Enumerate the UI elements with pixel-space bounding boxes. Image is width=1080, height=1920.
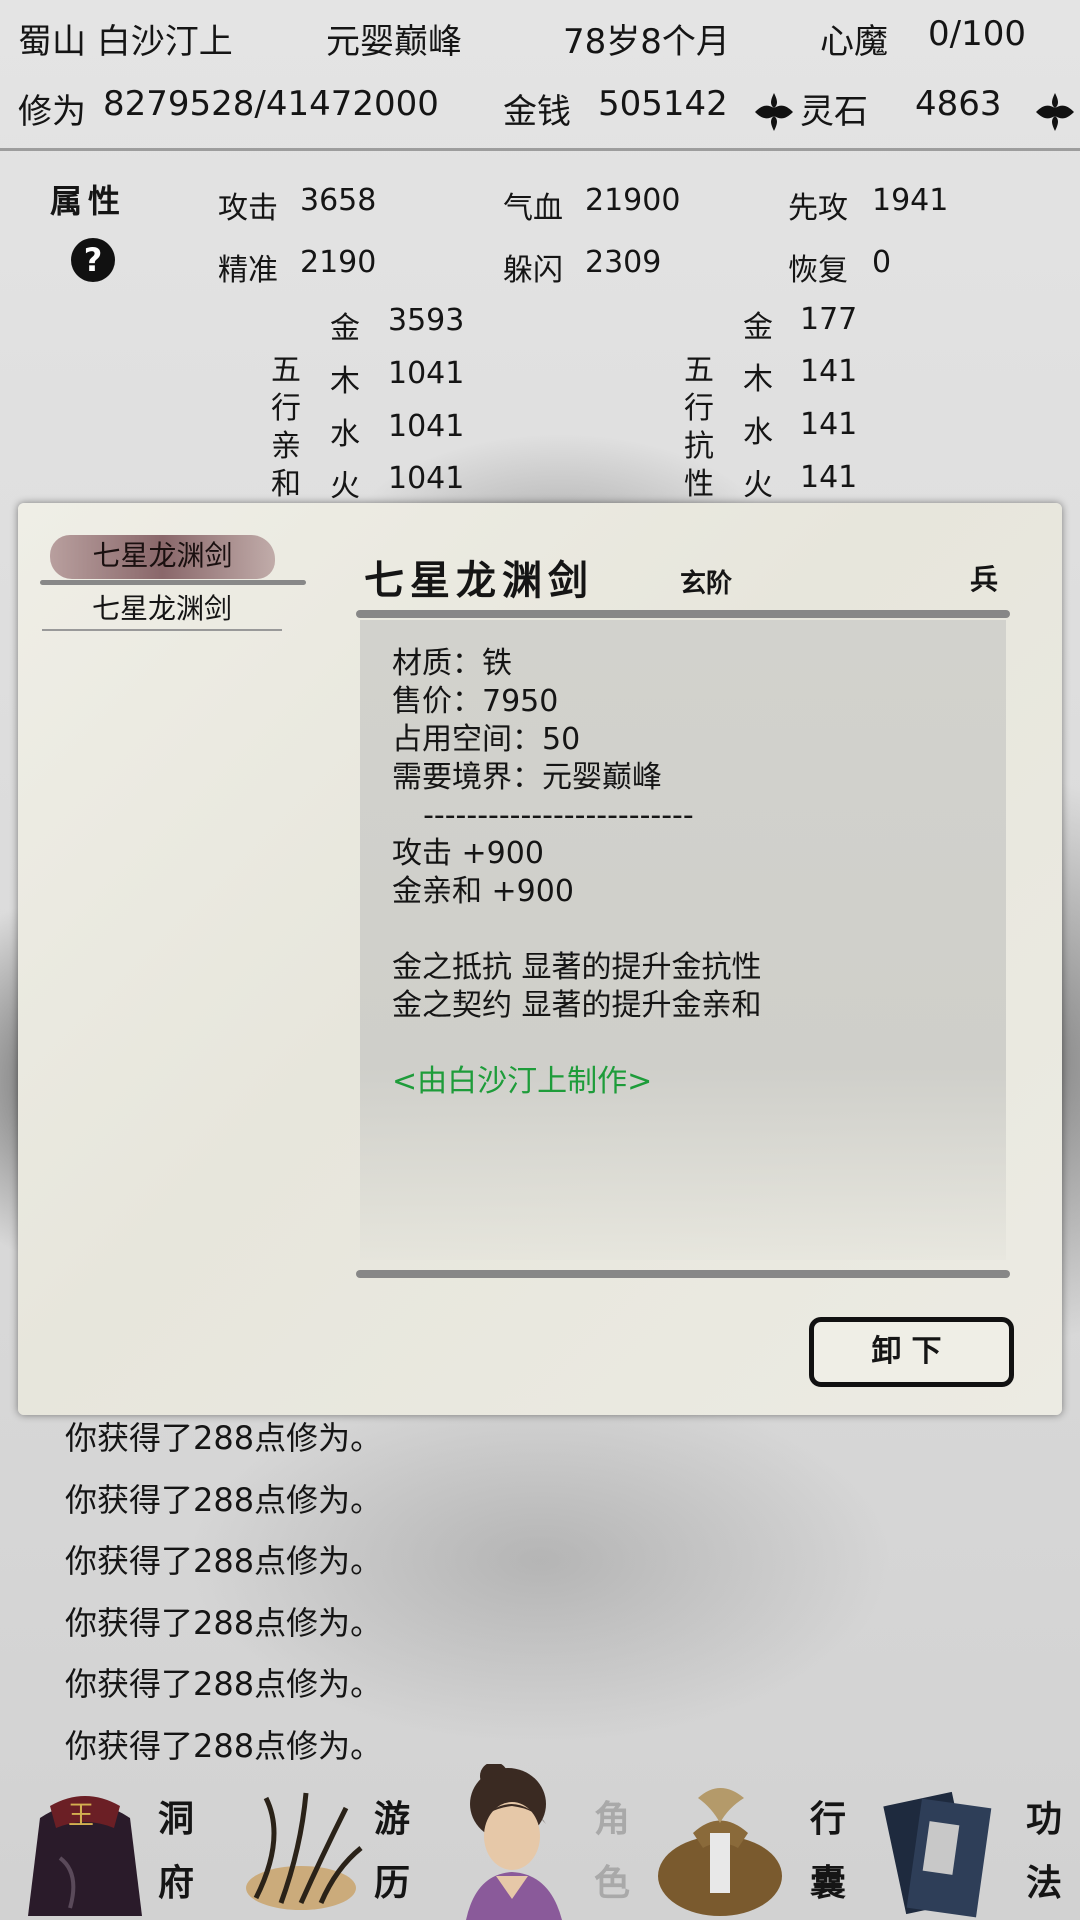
bag-icon — [658, 1788, 782, 1916]
title-divider — [356, 610, 1010, 618]
item-details: 材质：铁 售价：7950 占用空间：50 需要境界：元婴巅峰 ------------… — [392, 645, 762, 1101]
detail-line: 售价：7950 — [392, 684, 559, 719]
stat-value: 21900 — [585, 183, 681, 218]
money-value: 505142 — [598, 84, 728, 124]
bottom-nav: 王 洞 府 游 历 角 色 行 囊 功 法 — [0, 1764, 1080, 1920]
stat-value: 3658 — [300, 183, 377, 218]
stat-label: 先攻 — [788, 191, 848, 226]
stat-value: 2309 — [585, 245, 662, 280]
age: 78岁8个月 — [563, 22, 730, 62]
detail-line: 攻击 +900 — [392, 836, 544, 871]
affinity-value: 1041 — [388, 409, 465, 444]
resist-label: 五行 抗性 — [684, 353, 714, 502]
detail-line: 材质：铁 — [392, 646, 512, 681]
detail-line: 金亲和 +900 — [392, 874, 574, 909]
detail-line: 金之契约 显著的提升金亲和 — [392, 988, 762, 1023]
affinity-label: 五行 亲和 — [271, 353, 301, 502]
resist-element: 火 — [743, 468, 773, 503]
nav-tab-character[interactable]: 角 色 — [432, 1758, 648, 1920]
spirit-stone-value: 4863 — [915, 84, 1002, 124]
add-spirit-stone-icon[interactable] — [1034, 91, 1076, 133]
books-icon — [883, 1791, 992, 1918]
realm: 元婴巅峰 — [326, 22, 462, 62]
item-type: 兵 — [970, 563, 999, 596]
log-line: 你获得了288点修为。 — [65, 1727, 383, 1765]
item-name: 七星龙渊剑 — [364, 557, 594, 604]
cultivation-label: 修为 — [18, 92, 86, 132]
nav-label-char: 功 — [1026, 1798, 1063, 1840]
detail-line — [392, 911, 762, 949]
affinity-element: 水 — [330, 417, 360, 452]
item-grade: 玄阶 — [680, 569, 733, 599]
stat-value: 2190 — [300, 245, 377, 280]
log-line: 你获得了288点修为。 — [65, 1604, 383, 1642]
nav-label-char: 历 — [374, 1862, 411, 1904]
detail-line — [392, 1025, 762, 1063]
nav-tab-skills[interactable]: 功 法 — [864, 1768, 1080, 1920]
log-line: 你获得了288点修为。 — [65, 1665, 383, 1703]
maker-text: <由白沙汀上制作> — [392, 1064, 653, 1099]
nav-label-char: 行 — [810, 1798, 847, 1840]
nav-label-char: 色 — [594, 1862, 631, 1904]
header-divider — [0, 148, 1080, 151]
nav-label-char: 洞 — [158, 1798, 195, 1840]
attributes-title: 属性 — [50, 182, 127, 220]
stat-label: 气血 — [503, 191, 563, 226]
resist-value: 141 — [800, 407, 858, 442]
grass-travel-icon — [246, 1792, 363, 1910]
resist-value: 177 — [800, 302, 858, 337]
resist-value: 141 — [800, 354, 858, 389]
nav-tab-cave[interactable]: 王 洞 府 — [0, 1768, 216, 1920]
resist-element: 水 — [743, 415, 773, 450]
equipment-list-item-selected[interactable]: 七星龙渊剑 — [50, 535, 275, 579]
character-portrait-icon — [466, 1764, 562, 1920]
stat-label: 精准 — [218, 253, 278, 288]
resist-element: 木 — [743, 362, 773, 397]
detail-line: 金之抵抗 显著的提升金抗性 — [392, 950, 762, 985]
stat-value: 0 — [872, 245, 892, 280]
detail-separator: ------------------------- — [404, 798, 694, 833]
cultivation-value: 8279528/41472000 — [103, 84, 439, 124]
affinity-value: 3593 — [388, 303, 465, 338]
affinity-element: 木 — [330, 364, 360, 399]
nav-tab-travel[interactable]: 游 历 — [216, 1768, 432, 1920]
nav-tab-bag[interactable]: 行 囊 — [648, 1768, 864, 1920]
detail-line: 需要境界：元婴巅峰 — [392, 760, 662, 795]
list-divider — [42, 629, 282, 631]
affinity-value: 1041 — [388, 356, 465, 391]
log-line: 你获得了288点修为。 — [65, 1419, 383, 1457]
location: 蜀山 白沙汀上 — [18, 22, 233, 62]
heart-demon-value: 0/100 — [928, 14, 1026, 54]
equipment-list-item[interactable]: 七星龙渊剑 — [42, 590, 282, 628]
affinity-value: 1041 — [388, 461, 465, 496]
help-icon[interactable]: ? — [71, 238, 115, 282]
resist-value: 141 — [800, 460, 858, 495]
nav-label-char: 府 — [158, 1862, 195, 1904]
detail-line: 占用空间：50 — [392, 722, 581, 757]
affinity-element: 火 — [330, 469, 360, 504]
unequip-button[interactable]: 卸下 — [809, 1317, 1014, 1387]
stat-label: 攻击 — [218, 191, 278, 226]
heart-demon-label: 心魔 — [820, 22, 888, 62]
svg-text:王: 王 — [68, 1801, 94, 1831]
stat-label: 躲闪 — [503, 253, 563, 288]
cave-pouch-icon: 王 — [28, 1796, 142, 1916]
affinity-element: 金 — [330, 311, 360, 346]
money-label: 金钱 — [503, 92, 571, 132]
list-divider — [40, 580, 306, 585]
nav-label-char: 角 — [594, 1798, 631, 1840]
add-money-icon[interactable] — [753, 91, 795, 133]
spirit-stone-label: 灵石 — [800, 92, 868, 132]
stat-value: 1941 — [872, 183, 949, 218]
log-line: 你获得了288点修为。 — [65, 1481, 383, 1519]
log-line: 你获得了288点修为。 — [65, 1542, 383, 1580]
stat-label: 恢复 — [788, 253, 848, 288]
nav-label-char: 囊 — [810, 1862, 847, 1904]
nav-label-char: 游 — [374, 1798, 411, 1840]
nav-label-char: 法 — [1026, 1862, 1063, 1904]
bottom-divider — [356, 1270, 1010, 1278]
resist-element: 金 — [743, 310, 773, 345]
